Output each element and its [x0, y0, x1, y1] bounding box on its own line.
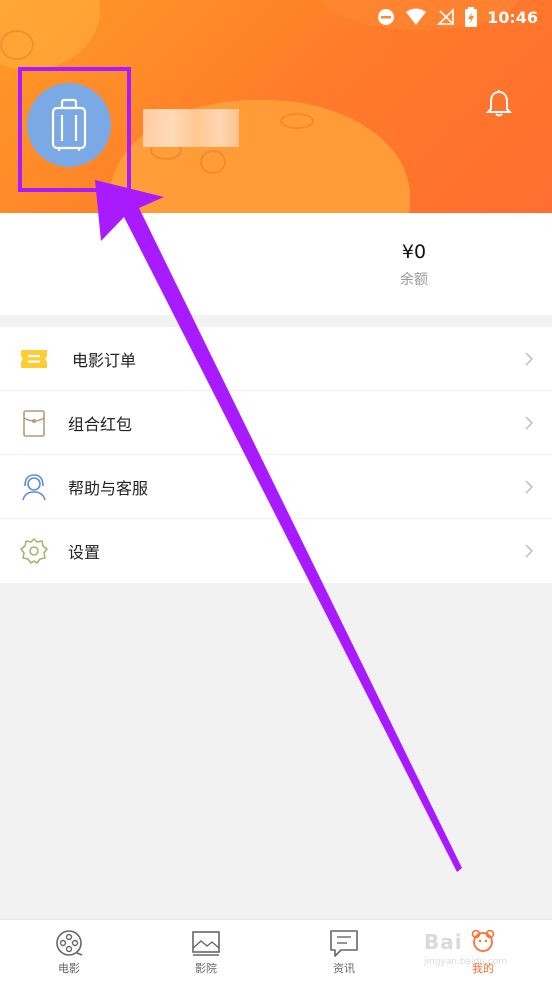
menu-item-red-envelope[interactable]: 组合红包	[0, 391, 552, 455]
tab-label: 资讯	[333, 962, 355, 975]
menu-item-help-service[interactable]: 帮助与客服	[0, 455, 552, 519]
stats-panel: ¥0 余额	[0, 213, 552, 315]
stat-balance[interactable]: ¥0 余额	[354, 241, 474, 289]
chevron-right-icon	[525, 416, 534, 430]
chevron-right-icon	[525, 352, 534, 366]
ticket-icon	[21, 350, 47, 368]
tab-movies[interactable]: 电影	[29, 928, 109, 976]
decor-crater	[0, 30, 34, 60]
menu-list: 电影订单 组合红包 帮助与客服 设置	[0, 327, 552, 583]
stat-item[interactable]	[77, 241, 197, 247]
menu-item-settings[interactable]: 设置	[0, 519, 552, 583]
chevron-right-icon	[525, 480, 534, 494]
stat-label: 余额	[400, 272, 428, 288]
film-reel-icon	[56, 930, 83, 956]
settings-gear-icon	[20, 538, 48, 564]
status-bar: 10:46	[0, 0, 552, 34]
menu-item-label: 电影订单	[72, 350, 137, 370]
bottom-tab-bar: 电影 影院 资讯 我的	[0, 919, 552, 984]
no-signal-icon	[437, 8, 454, 25]
news-message-icon	[330, 930, 358, 957]
decor-crater	[200, 150, 226, 174]
tab-cinemas[interactable]: 影院	[166, 928, 246, 976]
battery-charging-icon	[465, 7, 478, 27]
red-envelope-icon	[23, 410, 45, 437]
username-blurred	[143, 109, 239, 147]
status-time: 10:46	[487, 7, 538, 27]
customer-service-icon	[22, 474, 46, 501]
chevron-right-icon	[525, 544, 534, 558]
menu-item-movie-orders[interactable]: 电影订单	[0, 327, 552, 391]
cinema-screen-icon	[192, 931, 220, 956]
watermark-subtext: jingyan.baidu.com	[424, 957, 508, 967]
do-not-disturb-icon	[378, 9, 395, 25]
watermark-text: Bai	[424, 930, 463, 954]
menu-item-label: 组合红包	[68, 414, 133, 434]
stat-value: ¥0	[401, 241, 427, 263]
avatar-highlight-box	[18, 67, 131, 192]
tab-label: 影院	[195, 962, 217, 975]
wifi-icon	[406, 8, 427, 25]
tab-news[interactable]: 资讯	[304, 928, 384, 976]
profile-icon	[471, 929, 495, 952]
tab-label: 电影	[58, 962, 80, 975]
decor-crater	[280, 113, 314, 129]
menu-item-label: 设置	[68, 543, 101, 562]
menu-item-label: 帮助与客服	[68, 478, 149, 498]
bell-icon[interactable]	[486, 89, 512, 117]
